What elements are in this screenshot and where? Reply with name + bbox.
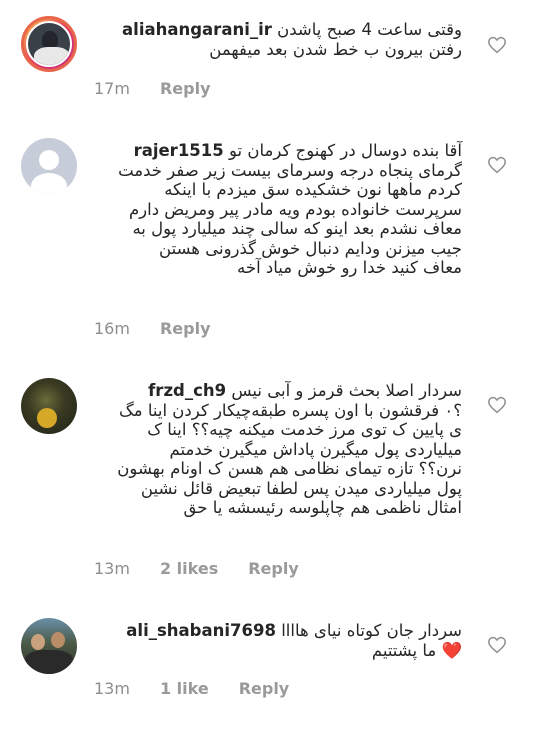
likes-count[interactable]: 1 like — [160, 679, 209, 698]
heart-outline-icon[interactable] — [487, 396, 507, 414]
comment-text-line: وقتی ساعت 4 صبح پاشدن — [277, 20, 462, 39]
comment-text-line: سردار جان کوتاه نیای هاااا — [281, 621, 462, 640]
comment-text-line: نرن؟؟ تازه تیمای نظامی هم هسن ک اونام به… — [117, 459, 462, 478]
comment-text-line: امثال ناظمی هم چاپلوسه رئیسشه یا حق — [183, 498, 463, 517]
timestamp: 16m — [94, 319, 130, 338]
reply-button[interactable]: Reply — [160, 319, 211, 338]
comment-meta: 13m 2 likes Reply — [94, 559, 329, 578]
likes-count[interactable]: 2 likes — [160, 559, 218, 578]
comment-text-line: آقا بنده دوسال در کهنوج کرمان تو — [229, 141, 462, 160]
avatar[interactable] — [21, 618, 77, 674]
username[interactable]: rajer1515 — [134, 141, 224, 161]
comment-meta: 13m 1 like Reply — [94, 679, 319, 698]
comment-body: سردار جان کوتاه نیای هاااا ali_shabani76… — [102, 621, 462, 660]
comment-body: آقا بنده دوسال در کهنوج کرمان تو rajer15… — [102, 141, 462, 278]
avatar[interactable] — [21, 138, 77, 194]
username[interactable]: ali_shabani7698 — [126, 621, 276, 641]
comment-meta: 16m Reply — [94, 319, 241, 338]
comment-text-line: جیب میزنن ودایم دنبال خوش گذرونی هستن — [159, 238, 462, 258]
comment-text-line: ی پایین ک توی مرز خدمت میکنه چیه؟؟ اینا … — [147, 420, 462, 439]
avatar[interactable] — [21, 16, 77, 72]
timestamp: 13m — [94, 559, 130, 578]
comment-body: سردار اصلا بحث قرمز و آبی نیس frzd_ch9 ؟… — [102, 381, 462, 518]
comment-text-line: معاف کنید خدا رو خوش میاد آخه — [237, 258, 462, 277]
reply-button[interactable]: Reply — [239, 679, 290, 698]
comment-text-line: معاف نشدم بعد اینو که سالی چند میلیارد پ… — [132, 219, 462, 238]
comment-text-line: ؟۰ فرقشون با اون پسره طبقه‌چیکار کردن ای… — [119, 400, 462, 420]
comment-text-line: کردم ماهها نون خشکیده سق میزدم با اینکه — [164, 180, 462, 199]
reply-button[interactable]: Reply — [248, 559, 299, 578]
comment-meta: 17m Reply — [94, 79, 241, 98]
heart-outline-icon[interactable] — [487, 36, 507, 54]
comment-text-line: سرپرست خانواده بودم ویه مادر پیر ومریض د… — [128, 199, 462, 219]
comment-text-line: گرمای پنجاه درجه وسرمای بیست زیر صفر خدم… — [118, 160, 462, 180]
comment-text-line: پول میلیاردی میدن پس لطفا تبعیض قائل نشی… — [140, 478, 462, 498]
timestamp: 17m — [94, 79, 130, 98]
username[interactable]: aliahangarani_ir — [122, 20, 272, 40]
comment-text-line: ❤️ ما پشتتیم — [371, 640, 462, 660]
reply-button[interactable]: Reply — [160, 79, 211, 98]
timestamp: 13m — [94, 679, 130, 698]
username[interactable]: frzd_ch9 — [148, 381, 226, 401]
comment-text-line: سردار اصلا بحث قرمز و آبی نیس — [231, 381, 462, 400]
heart-outline-icon[interactable] — [487, 636, 507, 654]
heart-outline-icon[interactable] — [487, 156, 507, 174]
comment-body: وقتی ساعت 4 صبح پاشدن aliahangarani_ir ر… — [102, 20, 462, 59]
avatar[interactable] — [21, 378, 77, 434]
comment-text-line: رفتن بیرون ب خط شدن بعد میفهمن — [209, 39, 462, 59]
comment-text-line: میلیاردی پول میگیرن پاداش میگیرن خدمتم — [169, 439, 462, 459]
